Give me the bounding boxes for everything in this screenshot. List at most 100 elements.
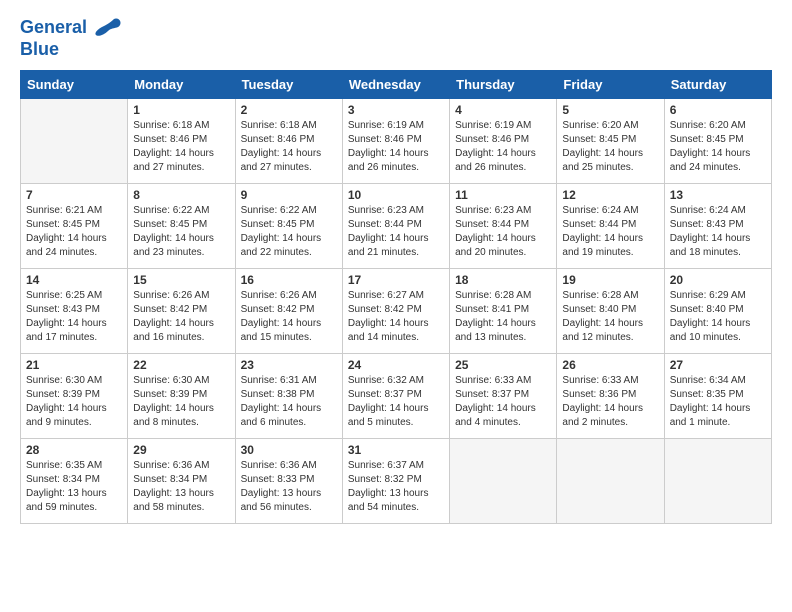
day-number: 13 [670,188,766,202]
calendar-cell: 11Sunrise: 6:23 AM Sunset: 8:44 PM Dayli… [450,183,557,268]
cell-content: Sunrise: 6:23 AM Sunset: 8:44 PM Dayligh… [455,204,551,260]
cell-content: Sunrise: 6:20 AM Sunset: 8:45 PM Dayligh… [670,119,766,175]
calendar-cell: 2 Sunrise: 6:18 AM Sunset: 8:46 PM Daylig… [235,98,342,183]
calendar-cell: 18 Sunrise: 6:28 AM Sunset: 8:41 PM Dayli… [450,268,557,353]
header-cell-thursday: Thursday [450,70,557,98]
calendar-cell: 1 Sunrise: 6:18 AM Sunset: 8:46 PM Daylig… [128,98,235,183]
header-row: SundayMondayTuesdayWednesdayThursdayFrid… [21,70,772,98]
calendar-cell: 22 Sunrise: 6:30 AM Sunset: 8:39 PM Dayli… [128,353,235,438]
day-number: 28 [26,443,122,457]
day-number: 27 [670,358,766,372]
calendar-cell: 25Sunrise: 6:33 AM Sunset: 8:37 PM Dayli… [450,353,557,438]
calendar-cell: 13 Sunrise: 6:24 AM Sunset: 8:43 PM Dayli… [664,183,771,268]
calendar-cell: 28 Sunrise: 6:35 AM Sunset: 8:34 PM Dayli… [21,438,128,523]
header-cell-sunday: Sunday [21,70,128,98]
day-number: 1 [133,103,229,117]
calendar-cell: 21 Sunrise: 6:30 AM Sunset: 8:39 PM Dayli… [21,353,128,438]
header-cell-saturday: Saturday [664,70,771,98]
logo-blue: Blue [20,40,122,60]
day-number: 14 [26,273,122,287]
cell-content: Sunrise: 6:30 AM Sunset: 8:39 PM Dayligh… [133,374,229,430]
calendar-cell: 12 Sunrise: 6:24 AM Sunset: 8:44 PM Dayli… [557,183,664,268]
cell-content: Sunrise: 6:30 AM Sunset: 8:39 PM Dayligh… [26,374,122,430]
calendar-cell: 6 Sunrise: 6:20 AM Sunset: 8:45 PM Daylig… [664,98,771,183]
header-cell-monday: Monday [128,70,235,98]
cell-content: Sunrise: 6:24 AM Sunset: 8:44 PM Dayligh… [562,204,658,260]
day-number: 15 [133,273,229,287]
day-number: 9 [241,188,337,202]
day-number: 21 [26,358,122,372]
day-number: 2 [241,103,337,117]
cell-content: Sunrise: 6:36 AM Sunset: 8:34 PM Dayligh… [133,459,229,515]
cell-content: Sunrise: 6:37 AM Sunset: 8:32 PM Dayligh… [348,459,444,515]
calendar-table: SundayMondayTuesdayWednesdayThursdayFrid… [20,70,772,524]
cell-content: Sunrise: 6:21 AM Sunset: 8:45 PM Dayligh… [26,204,122,260]
header-cell-tuesday: Tuesday [235,70,342,98]
day-number: 5 [562,103,658,117]
week-row-1: 1 Sunrise: 6:18 AM Sunset: 8:46 PM Daylig… [21,98,772,183]
logo: General Blue [20,16,122,60]
cell-content: Sunrise: 6:35 AM Sunset: 8:34 PM Dayligh… [26,459,122,515]
cell-content: Sunrise: 6:29 AM Sunset: 8:40 PM Dayligh… [670,289,766,345]
day-number: 29 [133,443,229,457]
calendar-cell: 26 Sunrise: 6:33 AM Sunset: 8:36 PM Dayli… [557,353,664,438]
day-number: 25 [455,358,551,372]
week-row-4: 21 Sunrise: 6:30 AM Sunset: 8:39 PM Dayli… [21,353,772,438]
cell-content: Sunrise: 6:28 AM Sunset: 8:40 PM Dayligh… [562,289,658,345]
day-number: 24 [348,358,444,372]
calendar-cell: 4 Sunrise: 6:19 AM Sunset: 8:46 PM Daylig… [450,98,557,183]
day-number: 7 [26,188,122,202]
day-number: 23 [241,358,337,372]
day-number: 20 [670,273,766,287]
calendar-cell: 3Sunrise: 6:19 AM Sunset: 8:46 PM Daylig… [342,98,449,183]
day-number: 16 [241,273,337,287]
cell-content: Sunrise: 6:34 AM Sunset: 8:35 PM Dayligh… [670,374,766,430]
cell-content: Sunrise: 6:20 AM Sunset: 8:45 PM Dayligh… [562,119,658,175]
cell-content: Sunrise: 6:27 AM Sunset: 8:42 PM Dayligh… [348,289,444,345]
cell-content: Sunrise: 6:18 AM Sunset: 8:46 PM Dayligh… [241,119,337,175]
day-number: 8 [133,188,229,202]
cell-content: Sunrise: 6:19 AM Sunset: 8:46 PM Dayligh… [455,119,551,175]
calendar-cell: 16 Sunrise: 6:26 AM Sunset: 8:42 PM Dayli… [235,268,342,353]
cell-content: Sunrise: 6:28 AM Sunset: 8:41 PM Dayligh… [455,289,551,345]
calendar-cell: 30Sunrise: 6:36 AM Sunset: 8:33 PM Dayli… [235,438,342,523]
cell-content: Sunrise: 6:22 AM Sunset: 8:45 PM Dayligh… [241,204,337,260]
calendar-cell: 17 Sunrise: 6:27 AM Sunset: 8:42 PM Dayli… [342,268,449,353]
calendar-cell [664,438,771,523]
calendar-cell: 27 Sunrise: 6:34 AM Sunset: 8:35 PM Dayli… [664,353,771,438]
day-number: 3 [348,103,444,117]
cell-content: Sunrise: 6:22 AM Sunset: 8:45 PM Dayligh… [133,204,229,260]
day-number: 22 [133,358,229,372]
header: General Blue [20,16,772,60]
day-number: 12 [562,188,658,202]
day-number: 17 [348,273,444,287]
cell-content: Sunrise: 6:33 AM Sunset: 8:36 PM Dayligh… [562,374,658,430]
calendar-cell [450,438,557,523]
day-number: 4 [455,103,551,117]
logo-general: General [20,17,87,37]
calendar-cell: 31Sunrise: 6:37 AM Sunset: 8:32 PM Dayli… [342,438,449,523]
cell-content: Sunrise: 6:26 AM Sunset: 8:42 PM Dayligh… [133,289,229,345]
cell-content: Sunrise: 6:26 AM Sunset: 8:42 PM Dayligh… [241,289,337,345]
calendar-cell: 7 Sunrise: 6:21 AM Sunset: 8:45 PM Daylig… [21,183,128,268]
calendar-cell: 8 Sunrise: 6:22 AM Sunset: 8:45 PM Daylig… [128,183,235,268]
cell-content: Sunrise: 6:24 AM Sunset: 8:43 PM Dayligh… [670,204,766,260]
calendar-cell: 14 Sunrise: 6:25 AM Sunset: 8:43 PM Dayli… [21,268,128,353]
day-number: 6 [670,103,766,117]
calendar-cell: 19Sunrise: 6:28 AM Sunset: 8:40 PM Dayli… [557,268,664,353]
week-row-5: 28 Sunrise: 6:35 AM Sunset: 8:34 PM Dayli… [21,438,772,523]
day-number: 18 [455,273,551,287]
calendar-header: SundayMondayTuesdayWednesdayThursdayFrid… [21,70,772,98]
cell-content: Sunrise: 6:25 AM Sunset: 8:43 PM Dayligh… [26,289,122,345]
cell-content: Sunrise: 6:32 AM Sunset: 8:37 PM Dayligh… [348,374,444,430]
cell-content: Sunrise: 6:23 AM Sunset: 8:44 PM Dayligh… [348,204,444,260]
calendar-cell: 15 Sunrise: 6:26 AM Sunset: 8:42 PM Dayli… [128,268,235,353]
day-number: 26 [562,358,658,372]
calendar-cell [557,438,664,523]
calendar-cell [21,98,128,183]
calendar-cell: 23Sunrise: 6:31 AM Sunset: 8:38 PM Dayli… [235,353,342,438]
week-row-2: 7 Sunrise: 6:21 AM Sunset: 8:45 PM Daylig… [21,183,772,268]
cell-content: Sunrise: 6:18 AM Sunset: 8:46 PM Dayligh… [133,119,229,175]
calendar-cell: 10Sunrise: 6:23 AM Sunset: 8:44 PM Dayli… [342,183,449,268]
calendar-cell: 20 Sunrise: 6:29 AM Sunset: 8:40 PM Dayli… [664,268,771,353]
